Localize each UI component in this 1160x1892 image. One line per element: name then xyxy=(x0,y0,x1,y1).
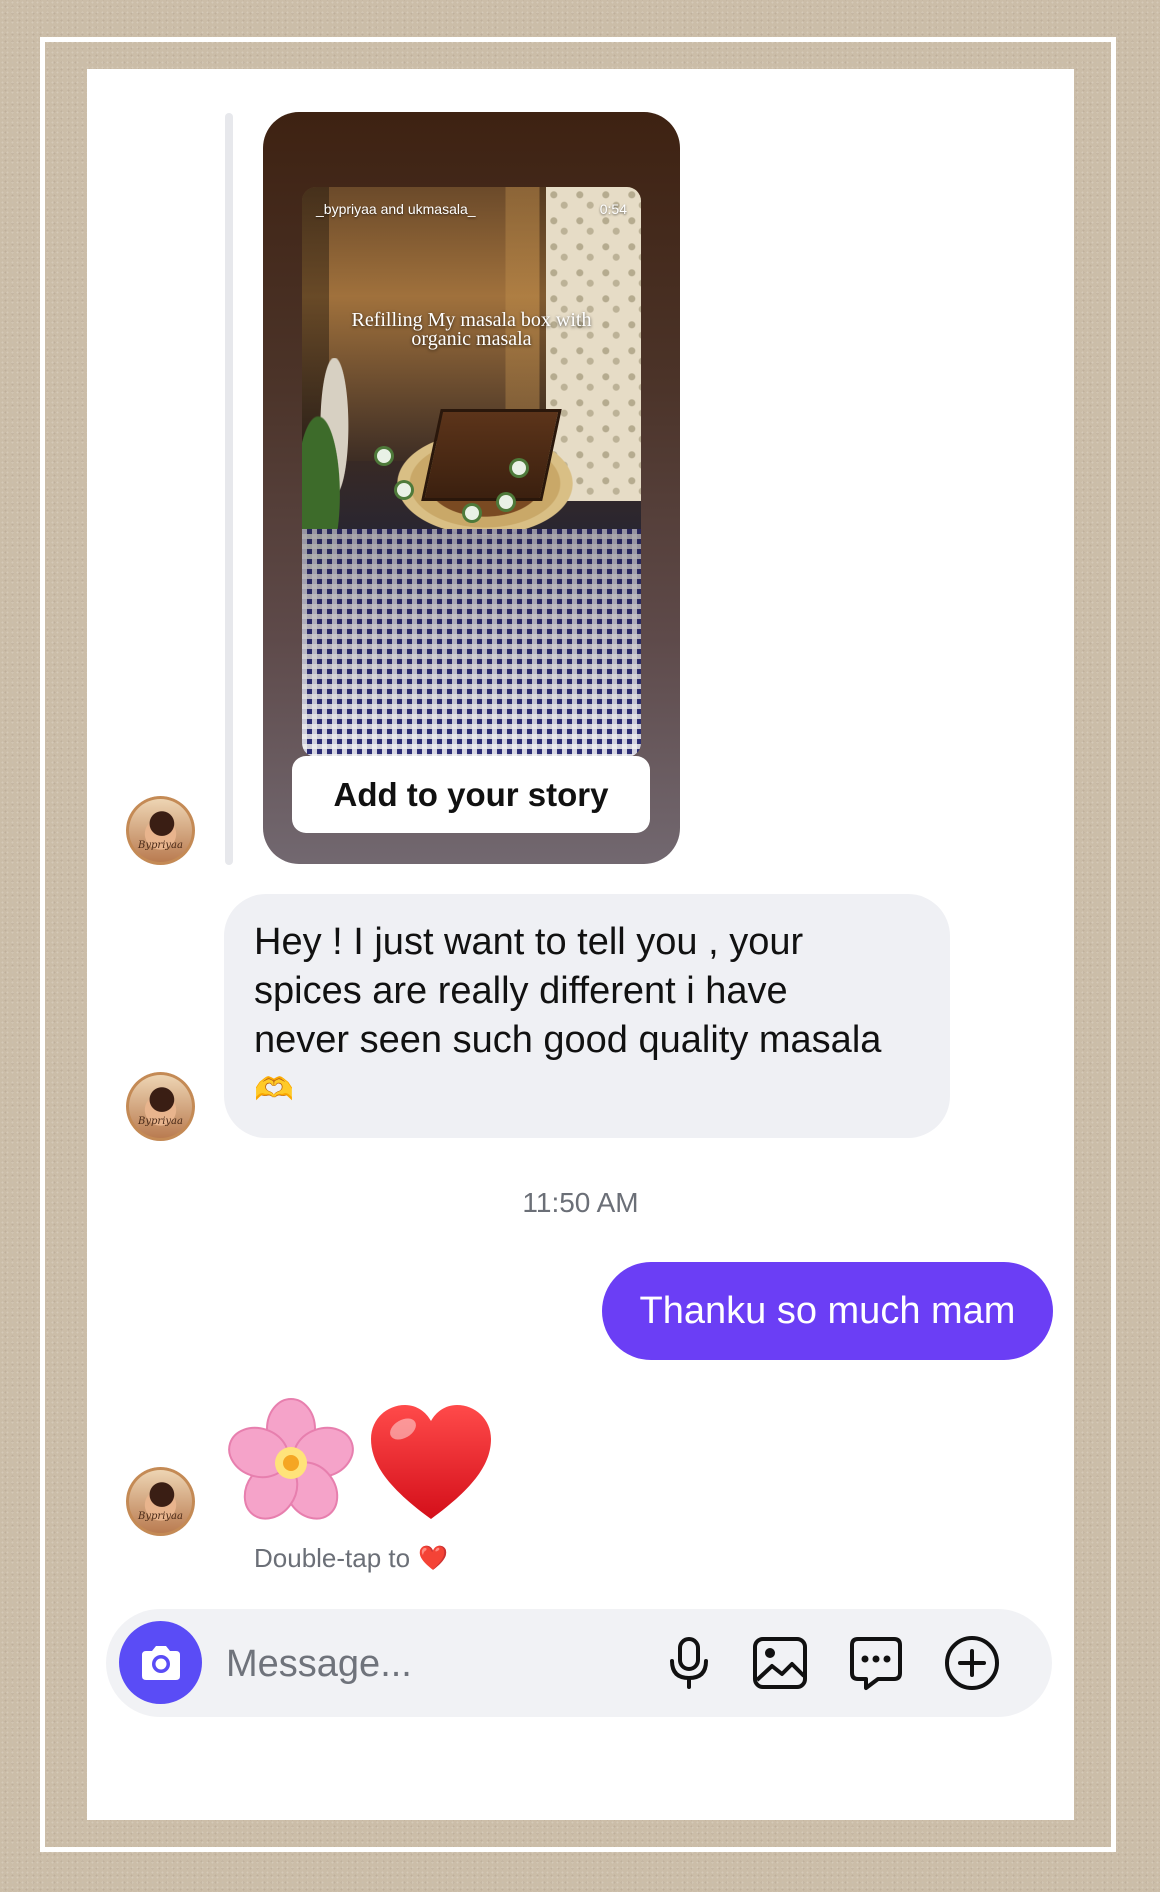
story-authors: _bypriyaa and ukmasala_ xyxy=(316,201,476,217)
add-to-story-button[interactable]: Add to your story xyxy=(292,756,650,833)
story-caption-line: organic masala xyxy=(411,328,532,350)
story-flower xyxy=(512,460,527,475)
heart-emoji: ❤️ xyxy=(418,1545,448,1572)
story-caption: Refilling My masala box with organic mas… xyxy=(302,310,641,350)
sticker-icon xyxy=(850,1637,902,1690)
message-input[interactable] xyxy=(224,1635,628,1693)
message-text-line: never seen such good quality masala xyxy=(254,1019,882,1061)
message-timestamp: 11:50 AM xyxy=(522,1187,639,1218)
story-shade xyxy=(302,529,641,757)
camera-button[interactable] xyxy=(119,1621,202,1704)
contact-avatar[interactable]: Bypriyaa xyxy=(126,1467,195,1536)
heart-hands-emoji: 🫶 xyxy=(254,1071,294,1107)
story-flower xyxy=(464,506,479,521)
cherry-blossom-emoji xyxy=(228,1398,354,1520)
outgoing-message-text: Thanku so much mam xyxy=(639,1289,1016,1332)
avatar-signature: Bypriyaa xyxy=(138,1116,183,1127)
contact-avatar[interactable]: Bypriyaa xyxy=(126,1072,195,1141)
gallery-button[interactable] xyxy=(750,1633,810,1693)
camera-icon xyxy=(141,1645,180,1680)
story-masala-box xyxy=(421,409,562,501)
story-flower xyxy=(376,449,391,464)
incoming-message-bubble[interactable]: Hey ! I just want to tell you , your spi… xyxy=(224,894,950,1138)
sticker-button[interactable] xyxy=(846,1633,906,1693)
message-composer xyxy=(106,1609,1052,1717)
story-header: _bypriyaa and ukmasala_ 0:54 xyxy=(316,201,627,217)
story-video-thumbnail[interactable]: _bypriyaa and ukmasala_ 0:54 Refilling M… xyxy=(302,187,641,757)
double-tap-hint: Double-tap to ❤️ xyxy=(254,1543,448,1574)
story-flower xyxy=(498,494,513,509)
more-options-button[interactable] xyxy=(942,1633,1002,1693)
voice-message-button[interactable] xyxy=(659,1633,719,1693)
red-heart-emoji xyxy=(371,1405,491,1519)
avatar-signature: Bypriyaa xyxy=(138,1511,183,1522)
emoji-message[interactable] xyxy=(225,1397,495,1529)
outgoing-message-bubble[interactable]: Thanku so much mam xyxy=(602,1262,1053,1360)
shared-story-card[interactable]: _bypriyaa and ukmasala_ 0:54 Refilling M… xyxy=(263,112,680,864)
microphone-icon xyxy=(670,1637,708,1689)
plus-icon xyxy=(945,1636,999,1690)
contact-avatar[interactable]: Bypriyaa xyxy=(126,796,195,865)
message-text-line: Hey ! I just want to tell you , your xyxy=(254,921,804,963)
gallery-icon xyxy=(753,1637,807,1689)
reply-indicator-bar xyxy=(225,113,233,865)
message-text-line: spices are really different i have xyxy=(254,970,788,1012)
story-duration: 0:54 xyxy=(599,201,627,217)
chat-screen: _bypriyaa and ukmasala_ 0:54 Refilling M… xyxy=(87,69,1074,1820)
hint-text: Double-tap to xyxy=(254,1543,411,1573)
avatar-signature: Bypriyaa xyxy=(138,840,183,851)
